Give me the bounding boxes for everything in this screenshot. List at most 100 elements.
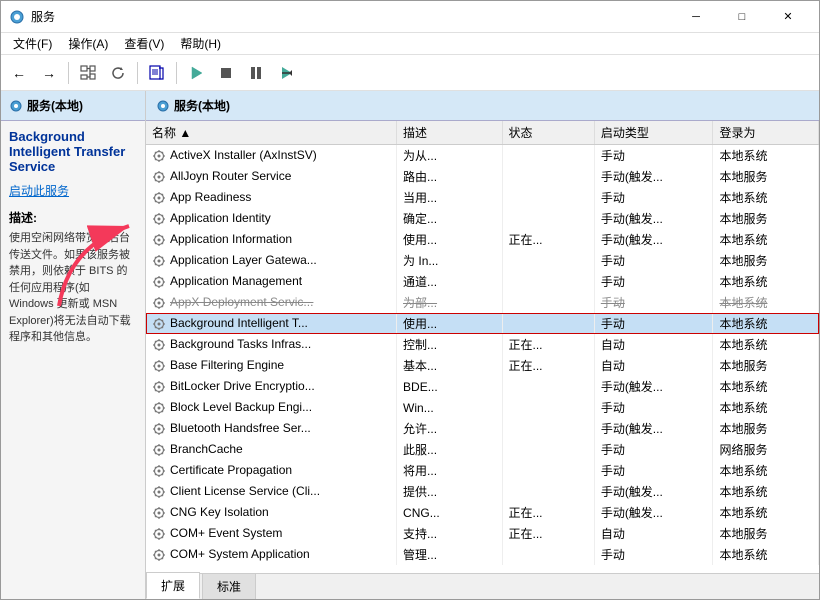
service-status-cell: 正在... xyxy=(502,355,594,376)
service-startup-cell: 手动 xyxy=(594,187,713,208)
table-row[interactable]: Background Intelligent T... 使用... 手动 本地系… xyxy=(146,313,819,334)
service-login-cell: 网络服务 xyxy=(713,439,819,460)
table-row[interactable]: AppX Deployment Servic... 为部... 手动 本地系统 xyxy=(146,292,819,313)
menu-bar: 文件(F) 操作(A) 查看(V) 帮助(H) xyxy=(1,33,819,55)
pause-button[interactable] xyxy=(242,59,270,87)
service-gear-icon xyxy=(152,254,166,268)
table-row[interactable]: App Readiness 当用... 手动 本地系统 xyxy=(146,187,819,208)
refresh-button[interactable] xyxy=(104,59,132,87)
menu-action[interactable]: 操作(A) xyxy=(60,33,116,54)
service-status-cell xyxy=(502,376,594,397)
forward-button[interactable]: → xyxy=(35,59,63,87)
table-row[interactable]: Bluetooth Handsfree Ser... 允许... 手动(触发..… xyxy=(146,418,819,439)
stop-button[interactable] xyxy=(212,59,240,87)
show-tree-button[interactable] xyxy=(74,59,102,87)
service-login-cell: 本地服务 xyxy=(713,250,819,271)
service-startup-cell: 手动(触发... xyxy=(594,418,713,439)
service-status-cell xyxy=(502,544,594,565)
menu-help[interactable]: 帮助(H) xyxy=(172,33,229,54)
service-startup-cell: 手动(触发... xyxy=(594,481,713,502)
right-panel-title: 服务(本地) xyxy=(174,97,230,114)
service-startup-cell: 手动 xyxy=(594,145,713,167)
close-button[interactable]: ✕ xyxy=(765,1,811,33)
minimize-button[interactable]: ─ xyxy=(673,1,719,33)
tab-standard[interactable]: 标准 xyxy=(202,573,256,599)
service-login-cell: 本地系统 xyxy=(713,145,819,167)
service-name-cell: Client License Service (Cli... xyxy=(146,481,397,502)
table-row[interactable]: COM+ System Application 管理... 手动 本地系统 xyxy=(146,544,819,565)
table-row[interactable]: Background Tasks Infras... 控制... 正在... 自… xyxy=(146,334,819,355)
service-gear-icon xyxy=(152,149,166,163)
refresh-icon xyxy=(110,65,126,81)
col-header-name[interactable]: 名称 ▲ xyxy=(146,121,397,145)
service-status-cell xyxy=(502,271,594,292)
service-desc-cell: 提供... xyxy=(397,481,502,502)
service-login-cell: 本地系统 xyxy=(713,544,819,565)
table-row[interactable]: Application Layer Gatewa... 为 In... 手动 本… xyxy=(146,250,819,271)
bottom-tabs: 扩展 标准 xyxy=(146,573,819,599)
service-gear-icon xyxy=(152,422,166,436)
col-header-desc[interactable]: 描述 xyxy=(397,121,502,145)
service-gear-icon xyxy=(152,338,166,352)
service-name-cell: Bluetooth Handsfree Ser... xyxy=(146,418,397,439)
tab-extend[interactable]: 扩展 xyxy=(146,572,200,599)
service-status-cell xyxy=(502,166,594,187)
service-desc-cell: 此服... xyxy=(397,439,502,460)
services-table[interactable]: 名称 ▲ 描述 状态 启动类型 xyxy=(146,121,819,573)
desc-label: 描述: xyxy=(9,209,137,226)
start-service-link[interactable]: 启动此服务 xyxy=(9,182,137,199)
col-header-login[interactable]: 登录为 xyxy=(713,121,819,145)
table-row[interactable]: Application Identity 确定... 手动(触发... 本地服务 xyxy=(146,208,819,229)
service-name-cell: Application Management xyxy=(146,271,397,292)
service-startup-cell: 手动 xyxy=(594,292,713,313)
service-login-cell: 本地系统 xyxy=(713,376,819,397)
table-row[interactable]: Base Filtering Engine 基本... 正在... 自动 本地服… xyxy=(146,355,819,376)
window-controls: ─ □ ✕ xyxy=(673,1,811,33)
service-startup-cell: 手动 xyxy=(594,250,713,271)
table-row[interactable]: ActiveX Installer (AxInstSV) 为从... 手动 本地… xyxy=(146,145,819,167)
service-startup-cell: 手动 xyxy=(594,439,713,460)
service-startup-cell: 手动 xyxy=(594,544,713,565)
col-header-status[interactable]: 状态 xyxy=(502,121,594,145)
stop-icon xyxy=(218,65,234,81)
service-name-cell: Application Identity xyxy=(146,208,397,229)
col-header-startup[interactable]: 启动类型 xyxy=(594,121,713,145)
table-row[interactable]: AllJoyn Router Service 路由... 手动(触发... 本地… xyxy=(146,166,819,187)
service-status-cell xyxy=(502,481,594,502)
service-login-cell: 本地服务 xyxy=(713,523,819,544)
service-desc-cell: 使用... xyxy=(397,313,502,334)
service-startup-cell: 手动 xyxy=(594,397,713,418)
back-button[interactable]: ← xyxy=(5,59,33,87)
service-login-cell: 本地系统 xyxy=(713,334,819,355)
service-login-cell: 本地系统 xyxy=(713,481,819,502)
service-name-cell: BitLocker Drive Encryptio... xyxy=(146,376,397,397)
menu-view[interactable]: 查看(V) xyxy=(116,33,172,54)
service-status-cell xyxy=(502,292,594,313)
table-row[interactable]: BranchCache 此服... 手动 网络服务 xyxy=(146,439,819,460)
service-desc-cell: 通道... xyxy=(397,271,502,292)
table-row[interactable]: COM+ Event System 支持... 正在... 自动 本地服务 xyxy=(146,523,819,544)
service-gear-icon xyxy=(152,548,166,562)
service-status-cell: 正在... xyxy=(502,523,594,544)
table-row[interactable]: BitLocker Drive Encryptio... BDE... 手动(触… xyxy=(146,376,819,397)
maximize-button[interactable]: □ xyxy=(719,1,765,33)
table-row[interactable]: Application Information 使用... 正在... 手动(触… xyxy=(146,229,819,250)
service-gear-icon xyxy=(152,359,166,373)
service-name-cell: Application Layer Gatewa... xyxy=(146,250,397,271)
service-status-cell xyxy=(502,439,594,460)
service-desc-cell: 使用... xyxy=(397,229,502,250)
service-login-cell: 本地系统 xyxy=(713,313,819,334)
menu-file[interactable]: 文件(F) xyxy=(5,33,60,54)
export-button[interactable] xyxy=(143,59,171,87)
service-name-cell: ActiveX Installer (AxInstSV) xyxy=(146,145,397,167)
table-row[interactable]: Client License Service (Cli... 提供... 手动(… xyxy=(146,481,819,502)
table-row[interactable]: CNG Key Isolation CNG... 正在... 手动(触发... … xyxy=(146,502,819,523)
table-row[interactable]: Certificate Propagation 将用... 手动 本地系统 xyxy=(146,460,819,481)
play-button[interactable] xyxy=(182,59,210,87)
restart-button[interactable] xyxy=(272,59,300,87)
service-status-cell: 正在... xyxy=(502,229,594,250)
left-panel-title: 服务(本地) xyxy=(27,97,83,114)
table-row[interactable]: Application Management 通道... 手动 本地系统 xyxy=(146,271,819,292)
right-panel: 服务(本地) 名称 ▲ 描述 状态 xyxy=(146,91,819,599)
table-row[interactable]: Block Level Backup Engi... Win... 手动 本地系… xyxy=(146,397,819,418)
